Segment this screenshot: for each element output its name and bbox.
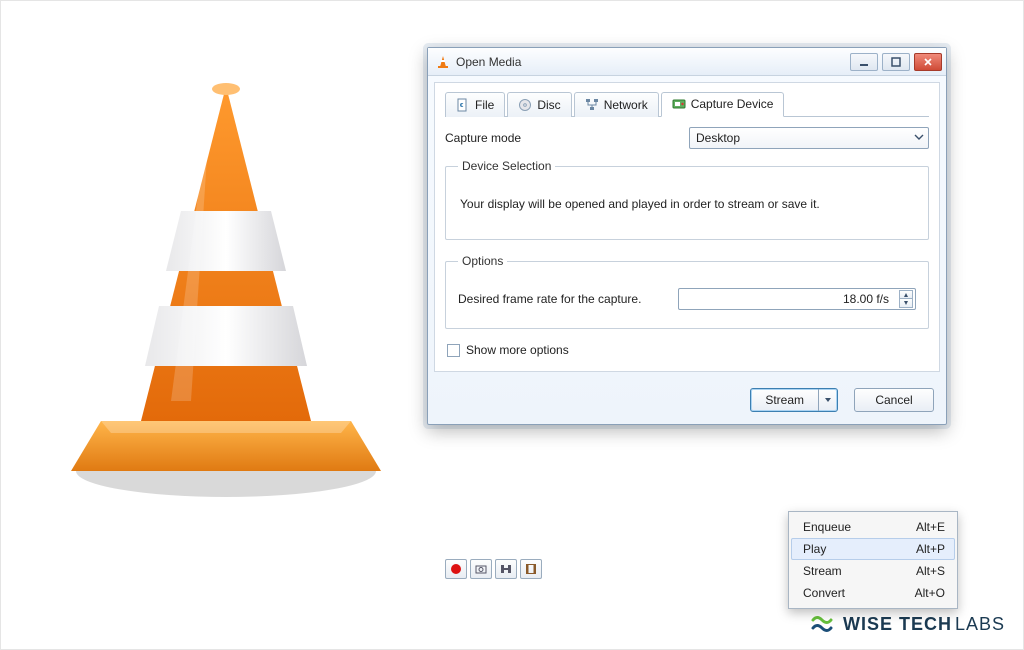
stream-button-label: Stream <box>751 389 819 411</box>
disc-icon <box>518 98 532 112</box>
capture-mode-select[interactable]: Desktop <box>689 127 929 149</box>
menu-item-label: Stream <box>803 564 916 578</box>
show-more-checkbox[interactable] <box>447 344 460 357</box>
fps-label: Desired frame rate for the capture. <box>458 292 662 306</box>
menu-item-shortcut: Alt+P <box>916 542 945 556</box>
open-media-dialog: Open Media File Disc Network Capture Dev <box>427 47 947 425</box>
fps-step-up[interactable] <box>899 290 913 299</box>
tab-capture-device[interactable]: Capture Device <box>661 92 785 117</box>
snapshot-icon <box>475 563 487 575</box>
brand-light: LABS <box>955 614 1005 634</box>
loop-section-button[interactable] <box>495 559 517 579</box>
stream-dropdown-toggle[interactable] <box>819 389 837 411</box>
brand-strong: WISE TECH <box>843 614 952 634</box>
menu-item-shortcut: Alt+O <box>915 586 945 600</box>
menu-item-convert[interactable]: Convert Alt+O <box>791 582 955 604</box>
titlebar: Open Media <box>428 48 946 76</box>
stream-split-button[interactable]: Stream <box>750 388 838 412</box>
menu-item-shortcut: Alt+S <box>916 564 945 578</box>
brand-logo: WISE TECHLABS <box>809 611 1005 637</box>
close-button[interactable] <box>914 53 942 71</box>
menu-item-label: Enqueue <box>803 520 916 534</box>
options-legend: Options <box>458 254 507 268</box>
file-icon <box>456 98 470 112</box>
fps-value: 18.00 f/s <box>687 292 893 306</box>
tab-file[interactable]: File <box>445 92 505 117</box>
menu-item-enqueue[interactable]: Enqueue Alt+E <box>791 516 955 538</box>
show-more-label: Show more options <box>466 343 569 357</box>
stream-dropdown-menu: Enqueue Alt+E Play Alt+P Stream Alt+S Co… <box>788 511 958 609</box>
camera-icon <box>500 563 512 575</box>
vlc-cone-illustration <box>61 71 391 511</box>
tab-capture-label: Capture Device <box>691 97 774 111</box>
record-button[interactable] <box>445 559 467 579</box>
menu-item-stream[interactable]: Stream Alt+S <box>791 560 955 582</box>
tab-bar: File Disc Network Capture Device <box>445 91 929 117</box>
brand-mark-icon <box>809 611 835 637</box>
vlc-cone-icon <box>436 55 450 69</box>
menu-item-label: Play <box>803 542 916 556</box>
tab-disc[interactable]: Disc <box>507 92 571 117</box>
frame-icon <box>525 563 537 575</box>
fps-spinbox[interactable]: 18.00 f/s <box>678 288 916 310</box>
tab-network[interactable]: Network <box>574 92 659 117</box>
device-selection-group: Device Selection Your display will be op… <box>445 159 929 240</box>
record-icon <box>451 564 461 574</box>
tab-disc-label: Disc <box>537 98 560 112</box>
chevron-down-icon <box>914 131 924 145</box>
tab-network-label: Network <box>604 98 648 112</box>
capture-device-icon <box>672 97 686 111</box>
mini-toolbar <box>445 559 542 579</box>
options-group: Options Desired frame rate for the captu… <box>445 254 929 329</box>
cancel-button-label: Cancel <box>875 393 912 407</box>
menu-item-play[interactable]: Play Alt+P <box>791 538 955 560</box>
minimize-button[interactable] <box>850 53 878 71</box>
network-icon <box>585 98 599 112</box>
fps-step-down[interactable] <box>899 299 913 308</box>
cancel-button[interactable]: Cancel <box>854 388 934 412</box>
snapshot-button[interactable] <box>470 559 492 579</box>
device-selection-legend: Device Selection <box>458 159 555 173</box>
capture-mode-value: Desktop <box>696 131 740 145</box>
menu-item-shortcut: Alt+E <box>916 520 945 534</box>
device-selection-description: Your display will be opened and played i… <box>460 197 914 211</box>
maximize-button[interactable] <box>882 53 910 71</box>
tab-file-label: File <box>475 98 494 112</box>
menu-item-label: Convert <box>803 586 915 600</box>
window-title: Open Media <box>456 55 844 69</box>
capture-mode-label: Capture mode <box>445 131 677 145</box>
frame-step-button[interactable] <box>520 559 542 579</box>
